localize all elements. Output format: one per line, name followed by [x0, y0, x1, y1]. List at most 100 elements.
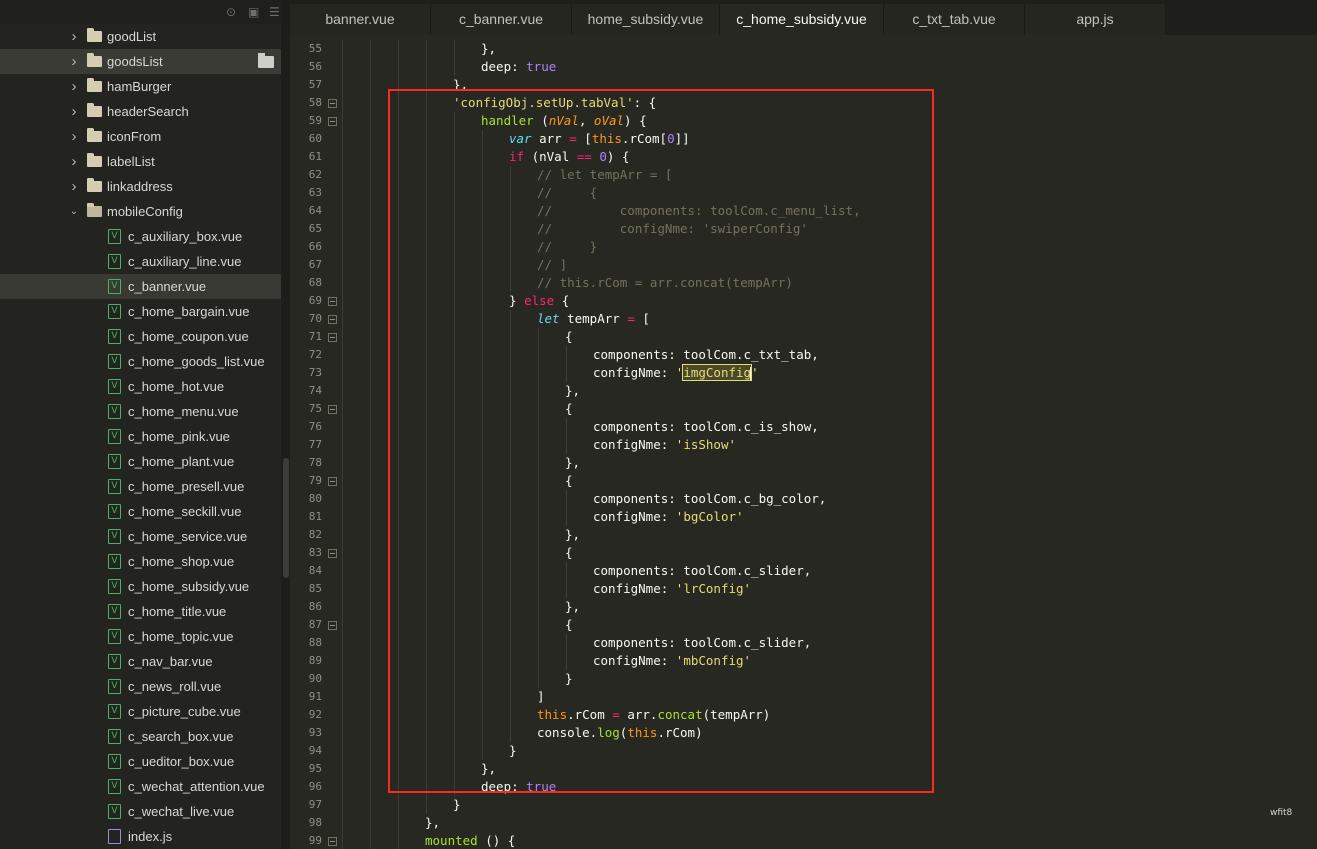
tree-file[interactable]: Vc_wechat_attention.vue [0, 774, 281, 799]
code-line[interactable]: 77 configNme: 'isShow' [290, 436, 1317, 454]
code-line[interactable]: 69} else { [290, 292, 1317, 310]
code-editor[interactable]: 55}, 56 deep: true 57}, 58'configObj.setUp.t… [290, 35, 1317, 849]
fold-toggle-icon[interactable] [328, 477, 337, 486]
tab-home-subsidy-vue[interactable]: home_subsidy.vue [572, 4, 720, 35]
chevron-right-icon[interactable]: › [69, 124, 79, 149]
code-line[interactable]: 70 let tempArr = [ [290, 310, 1317, 328]
tree-file[interactable]: Vc_home_service.vue [0, 524, 281, 549]
tree-file[interactable]: Vc_home_seckill.vue [0, 499, 281, 524]
tree-file[interactable]: Vc_picture_cube.vue [0, 699, 281, 724]
sidebar-scrollbar-thumb[interactable] [283, 458, 289, 578]
tree-file[interactable]: Vc_home_hot.vue [0, 374, 281, 399]
code-line[interactable]: 79 { [290, 472, 1317, 490]
tree-file[interactable]: Vc_home_pink.vue [0, 424, 281, 449]
code-line[interactable]: 66 // } [290, 238, 1317, 256]
tree-folder[interactable]: › labelList [0, 149, 281, 174]
chevron-right-icon[interactable]: › [69, 149, 79, 174]
tree-folder[interactable]: › goodList [0, 24, 281, 49]
code-line[interactable]: 64 // components: toolCom.c_menu_list, [290, 202, 1317, 220]
tree-file[interactable]: Vc_home_subsidy.vue [0, 574, 281, 599]
tree-file[interactable]: Vc_home_shop.vue [0, 549, 281, 574]
code-line[interactable]: 56 deep: true [290, 58, 1317, 76]
code-line[interactable]: 78}, [290, 454, 1317, 472]
tree-file[interactable]: Vc_wechat_live.vue [0, 799, 281, 824]
fold-toggle-icon[interactable] [328, 99, 337, 108]
code-line[interactable]: 97} [290, 796, 1317, 814]
tree-folder[interactable]: › linkaddress [0, 174, 281, 199]
open-folder-icon[interactable] [258, 53, 274, 68]
tree-file[interactable]: Vc_home_title.vue [0, 599, 281, 624]
tree-folder[interactable]: ⌄ mobileConfig [0, 199, 281, 224]
code-line[interactable]: 95}, [290, 760, 1317, 778]
code-line[interactable]: 73 configNme: 'imgConfig' [290, 364, 1317, 382]
tab-banner-vue[interactable]: banner.vue [290, 4, 431, 35]
chevron-right-icon[interactable]: › [69, 74, 79, 99]
code-line[interactable]: 90} [290, 670, 1317, 688]
code-line[interactable]: 98}, [290, 814, 1317, 832]
sidebar-scrollbar[interactable] [281, 0, 290, 849]
menu-icon[interactable]: ☰ [269, 5, 280, 19]
code-line[interactable]: 87 { [290, 616, 1317, 634]
tree-file[interactable]: Vc_home_bargain.vue [0, 299, 281, 324]
tree-file[interactable]: Vc_home_menu.vue [0, 399, 281, 424]
chevron-right-icon[interactable]: › [69, 174, 79, 199]
fold-toggle-icon[interactable] [328, 333, 337, 342]
code-line[interactable]: 83 { [290, 544, 1317, 562]
tree-folder[interactable]: › hamBurger [0, 74, 281, 99]
code-line[interactable]: 86}, [290, 598, 1317, 616]
tree-file[interactable]: Vc_auxiliary_box.vue [0, 224, 281, 249]
code-line[interactable]: 96 deep: true [290, 778, 1317, 796]
tree-file[interactable]: index.js [0, 824, 281, 849]
code-line[interactable]: 55}, [290, 40, 1317, 58]
fold-toggle-icon[interactable] [328, 837, 337, 846]
code-line[interactable]: 76 components: toolCom.c_is_show, [290, 418, 1317, 436]
code-line[interactable]: 72 components: toolCom.c_txt_tab, [290, 346, 1317, 364]
chevron-right-icon[interactable]: › [69, 99, 79, 124]
fold-toggle-icon[interactable] [328, 621, 337, 630]
code-line[interactable]: 89 configNme: 'mbConfig' [290, 652, 1317, 670]
code-line[interactable]: 82}, [290, 526, 1317, 544]
tree-file[interactable]: Vc_auxiliary_line.vue [0, 249, 281, 274]
code-line[interactable]: 68 // this.rCom = arr.concat(tempArr) [290, 274, 1317, 292]
code-line[interactable]: 71 { [290, 328, 1317, 346]
tab-c-txt-tab-vue[interactable]: c_txt_tab.vue [884, 4, 1025, 35]
code-line[interactable]: 75 { [290, 400, 1317, 418]
code-line[interactable]: 67 // ] [290, 256, 1317, 274]
tree-folder[interactable]: › iconFrom [0, 124, 281, 149]
fold-toggle-icon[interactable] [328, 117, 337, 126]
code-line[interactable]: 85 configNme: 'lrConfig' [290, 580, 1317, 598]
code-line[interactable]: 57}, [290, 76, 1317, 94]
code-line[interactable]: 92 this.rCom = arr.concat(tempArr) [290, 706, 1317, 724]
tree-file[interactable]: Vc_search_box.vue [0, 724, 281, 749]
code-line[interactable]: 80 components: toolCom.c_bg_color, [290, 490, 1317, 508]
tree-file[interactable]: Vc_nav_bar.vue [0, 649, 281, 674]
tab-c-home-subsidy-vue[interactable]: c_home_subsidy.vue [720, 4, 884, 35]
tree-file[interactable]: Vc_news_roll.vue [0, 674, 281, 699]
tree-file[interactable]: Vc_home_presell.vue [0, 474, 281, 499]
tree-file[interactable]: Vc_home_coupon.vue [0, 324, 281, 349]
code-line[interactable]: 99 mounted () { [290, 832, 1317, 849]
fold-toggle-icon[interactable] [328, 297, 337, 306]
fold-toggle-icon[interactable] [328, 315, 337, 324]
settings-icon[interactable]: ⊙ [226, 5, 236, 19]
save-icon[interactable]: ▣ [248, 5, 259, 19]
code-line[interactable]: 61 if (nVal == 0) { [290, 148, 1317, 166]
code-line[interactable]: 88 components: toolCom.c_slider, [290, 634, 1317, 652]
chevron-right-icon[interactable]: › [69, 49, 79, 74]
tab-app-js[interactable]: app.js [1025, 4, 1166, 35]
code-line[interactable]: 60 var arr = [this.rCom[0]] [290, 130, 1317, 148]
code-line[interactable]: 91] [290, 688, 1317, 706]
tree-file[interactable]: Vc_home_plant.vue [0, 449, 281, 474]
code-line[interactable]: 93 console.log(this.rCom) [290, 724, 1317, 742]
tree-folder[interactable]: › headerSearch [0, 99, 281, 124]
code-line[interactable]: 84 components: toolCom.c_slider, [290, 562, 1317, 580]
tree-file[interactable]: Vc_home_goods_list.vue [0, 349, 281, 374]
tree-folder[interactable]: › goodsList [0, 49, 281, 74]
tree-file[interactable]: Vc_home_topic.vue [0, 624, 281, 649]
fold-toggle-icon[interactable] [328, 549, 337, 558]
code-line[interactable]: 81 configNme: 'bgColor' [290, 508, 1317, 526]
code-line[interactable]: 62 // let tempArr = [ [290, 166, 1317, 184]
code-line[interactable]: 65 // configNme: 'swiperConfig' [290, 220, 1317, 238]
chevron-right-icon[interactable]: › [69, 24, 79, 49]
code-line[interactable]: 58 'configObj.setUp.tabVal': { [290, 94, 1317, 112]
